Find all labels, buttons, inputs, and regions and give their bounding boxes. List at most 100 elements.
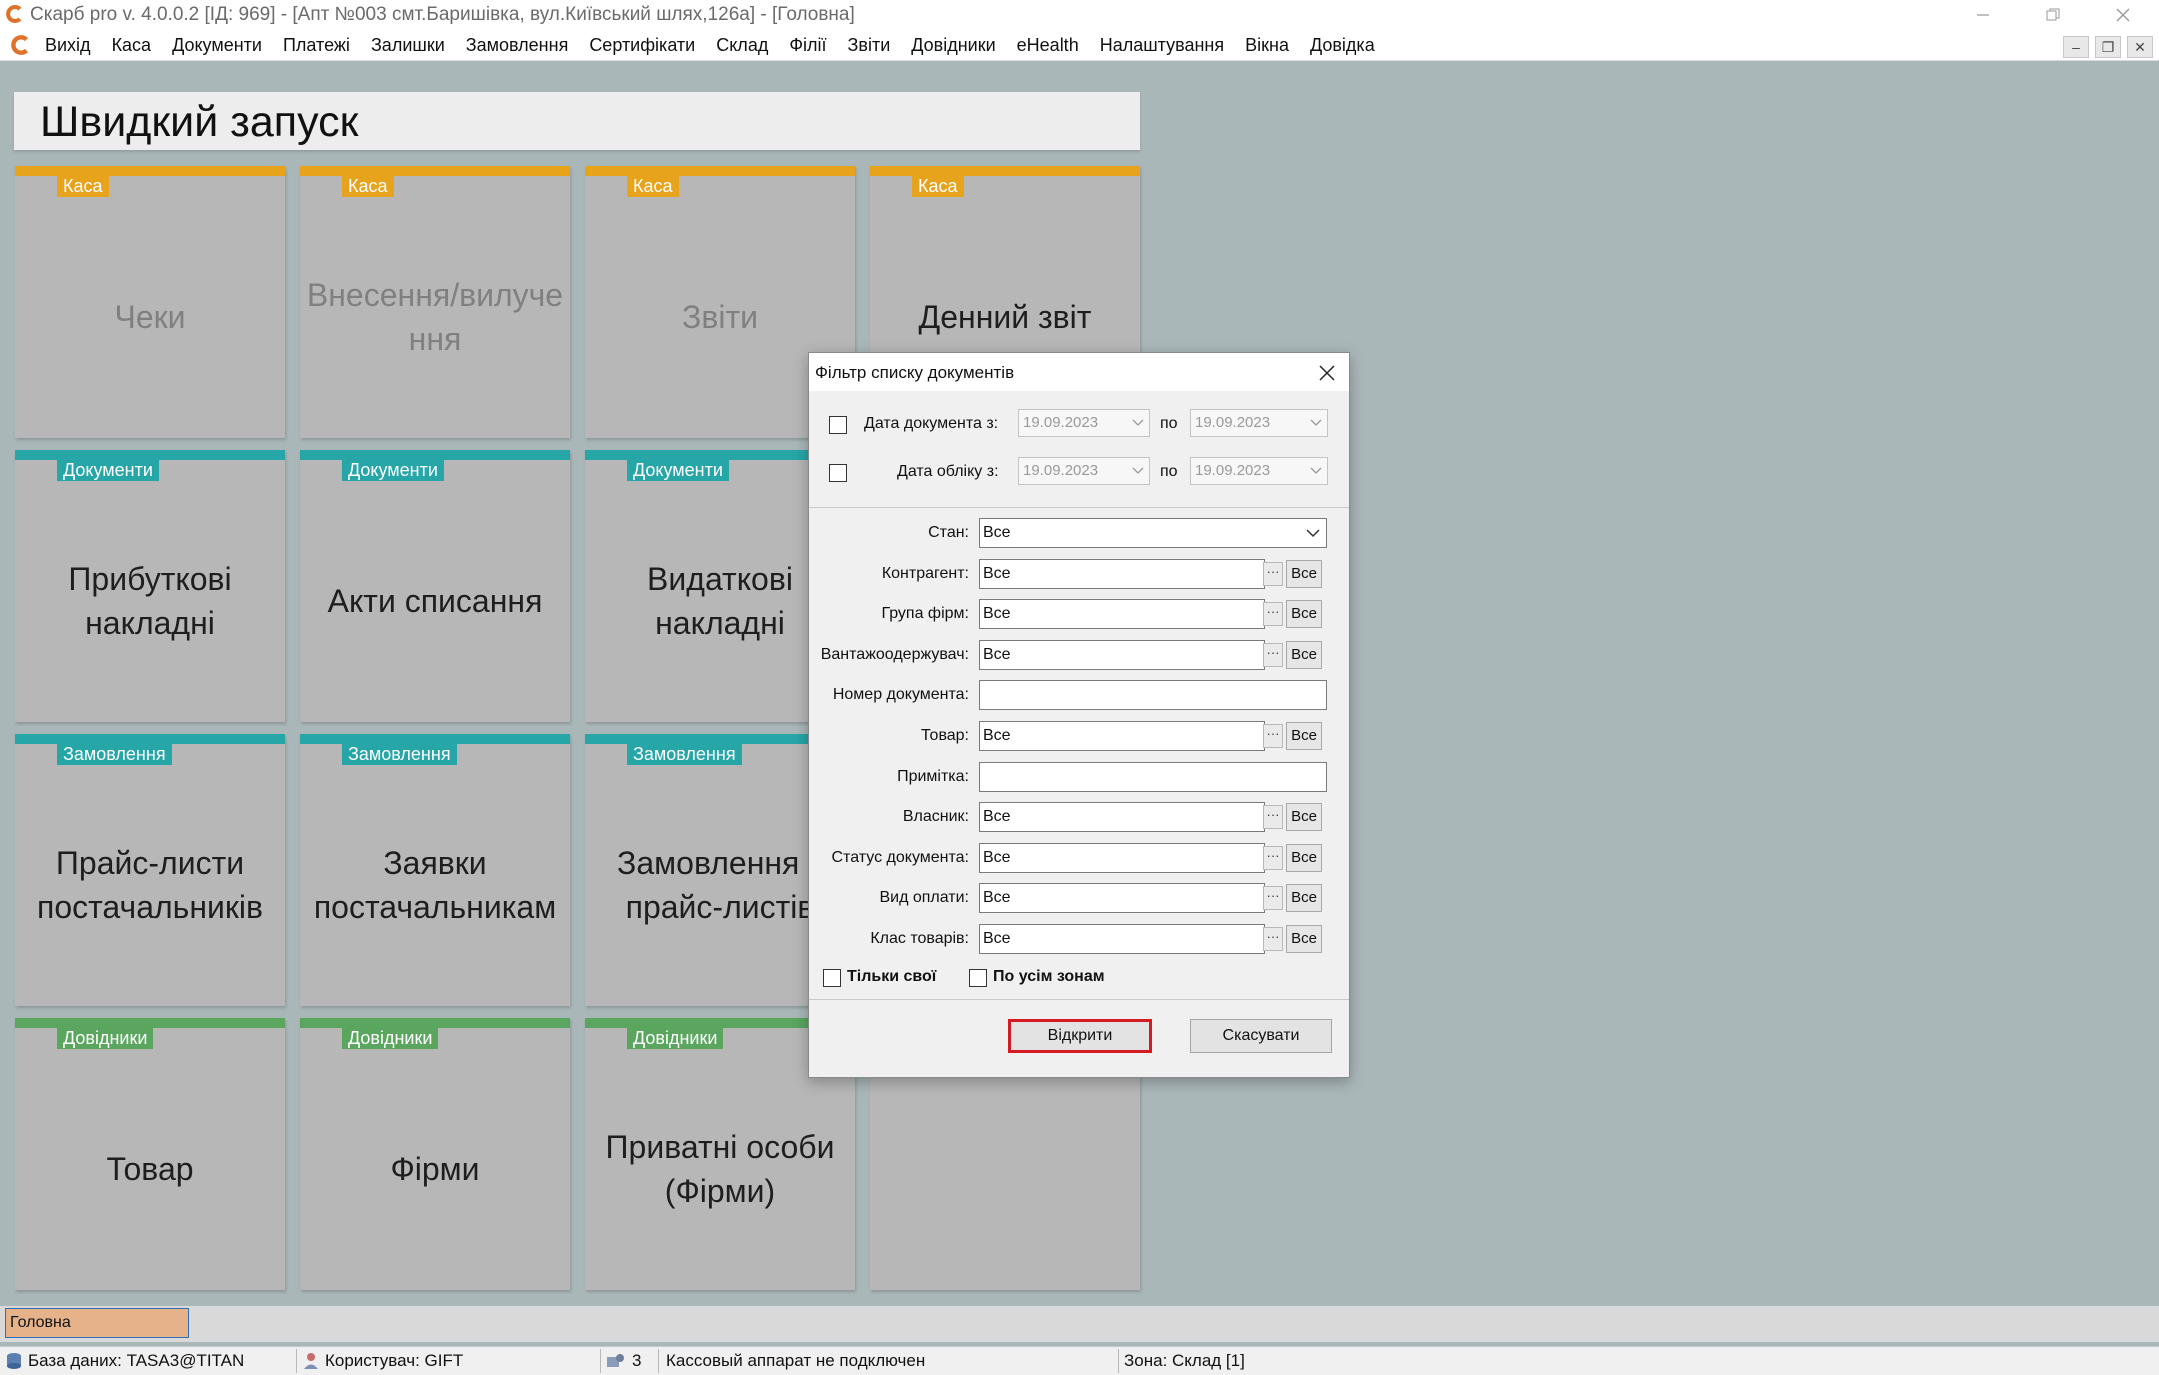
acc-date-checkbox[interactable] xyxy=(829,464,847,482)
tile-category-badge: Каса xyxy=(912,176,964,197)
menu-item[interactable]: Звіти xyxy=(848,35,891,56)
minimize-window-button[interactable] xyxy=(1948,0,2018,30)
tile-category-bar xyxy=(300,450,570,460)
quick-launch-tile[interactable]: Довідники Фірми xyxy=(300,1018,570,1290)
menu-item[interactable]: eHealth xyxy=(1017,35,1079,56)
status-divider xyxy=(658,1349,659,1373)
lookup-button[interactable]: ··· xyxy=(1263,562,1283,586)
lookup-button[interactable]: ··· xyxy=(1263,846,1283,870)
tile-category-bar xyxy=(15,734,285,744)
menu-item[interactable]: Документи xyxy=(172,35,262,56)
lookup-button[interactable]: ··· xyxy=(1263,724,1283,748)
filter-input[interactable]: Все xyxy=(979,843,1265,873)
filter-input[interactable] xyxy=(979,762,1327,792)
acc-date-to-value: 19.09.2023 xyxy=(1195,462,1271,479)
menu-item[interactable]: Налаштування xyxy=(1100,35,1224,56)
filter-value: Все xyxy=(983,565,1011,582)
tile-category-badge: Довідники xyxy=(57,1028,154,1049)
filter-input[interactable]: Все xyxy=(979,924,1265,954)
menu-item[interactable]: Платежі xyxy=(283,35,350,56)
lookup-button[interactable]: ··· xyxy=(1263,602,1283,626)
quick-launch-tile[interactable]: Замовлення Прайс-листи постачальників xyxy=(15,734,285,1006)
lookup-button[interactable]: ··· xyxy=(1263,927,1283,951)
quick-launch-title: Швидкий запуск xyxy=(40,98,359,146)
reset-all-button[interactable]: Все xyxy=(1286,560,1322,588)
reset-all-button[interactable]: Все xyxy=(1286,844,1322,872)
tile-label: Прайс-листи постачальників xyxy=(37,845,263,925)
doc-date-label: Дата документа з: xyxy=(864,415,999,432)
menu-item[interactable]: Довідка xyxy=(1310,35,1375,56)
tile-label: Прибуткові накладні xyxy=(68,561,232,641)
menu-item[interactable]: Замовлення xyxy=(466,35,569,56)
filter-input[interactable]: Все xyxy=(979,802,1265,832)
quick-launch-tile[interactable]: Замовлення Заявки постачальникам xyxy=(300,734,570,1006)
tile-category-bar xyxy=(15,450,285,460)
lookup-button[interactable]: ··· xyxy=(1263,886,1283,910)
restore-icon xyxy=(2046,8,2060,21)
filter-select[interactable]: Все xyxy=(979,518,1327,548)
menu-app-icon[interactable] xyxy=(10,34,32,56)
filter-input[interactable]: Все xyxy=(979,599,1265,629)
filter-input[interactable]: Все xyxy=(979,883,1265,913)
reset-all-button[interactable]: Все xyxy=(1286,803,1322,831)
menu-item[interactable]: Вікна xyxy=(1245,35,1289,56)
filter-label: Стан: xyxy=(928,524,969,541)
restore-window-button[interactable] xyxy=(2018,0,2088,30)
filter-value: Все xyxy=(983,889,1011,906)
tile-category-bar xyxy=(300,166,570,176)
filter-input[interactable]: Все xyxy=(979,640,1265,670)
mdi-minimize-button[interactable]: – xyxy=(2063,36,2089,58)
doc-date-from-value: 19.09.2023 xyxy=(1023,414,1099,431)
reset-all-button[interactable]: Все xyxy=(1286,600,1322,628)
quick-launch-tile[interactable]: Документи Прибуткові накладні xyxy=(15,450,285,722)
quick-launch-tile[interactable]: Каса Внесення/вилучення xyxy=(300,166,570,438)
quick-launch-tile[interactable]: Документи Акти списання xyxy=(300,450,570,722)
all-zones-checkbox[interactable] xyxy=(969,969,987,987)
reset-all-button[interactable]: Все xyxy=(1286,722,1322,750)
quick-launch-tile[interactable]: Довідники Товар xyxy=(15,1018,285,1290)
lookup-button[interactable]: ··· xyxy=(1263,805,1283,829)
filter-input[interactable]: Все xyxy=(979,721,1265,751)
tile-label: Фірми xyxy=(390,1151,480,1187)
filter-value: Все xyxy=(983,930,1011,947)
close-icon xyxy=(1319,365,1335,381)
filter-input[interactable]: Все xyxy=(979,559,1265,589)
menu-item[interactable]: Залишки xyxy=(371,35,445,56)
dialog-title-bar: Фільтр списку документів xyxy=(809,353,1349,391)
tile-category-bar xyxy=(15,166,285,176)
reset-all-button[interactable]: Все xyxy=(1286,641,1322,669)
menu-item[interactable]: Філії xyxy=(789,35,826,56)
close-window-button[interactable] xyxy=(2088,0,2158,30)
filter-dialog: Фільтр списку документів Дата документа … xyxy=(808,352,1350,1078)
tile-label: Внесення/вилучення xyxy=(306,277,564,357)
doc-date-checkbox[interactable] xyxy=(829,416,847,434)
status-cash-register-text: Кассовый аппарат не подключен xyxy=(666,1351,926,1370)
dialog-close-button[interactable] xyxy=(1313,359,1341,387)
filter-value: Все xyxy=(983,849,1011,866)
status-divider xyxy=(1118,1349,1119,1373)
reset-all-button[interactable]: Все xyxy=(1286,925,1322,953)
only-mine-checkbox[interactable] xyxy=(823,969,841,987)
acc-date-to[interactable]: 19.09.2023 xyxy=(1190,457,1328,485)
doc-date-to[interactable]: 19.09.2023 xyxy=(1190,409,1328,437)
only-mine-label: Тільки свої xyxy=(847,968,937,985)
menu-item[interactable]: Склад xyxy=(716,35,768,56)
tile-category-bar xyxy=(300,734,570,744)
doc-date-from[interactable]: 19.09.2023 xyxy=(1018,409,1150,437)
mdi-restore-button[interactable]: ❐ xyxy=(2095,36,2121,58)
filter-input[interactable] xyxy=(979,680,1327,710)
window-tab-home[interactable]: Головна xyxy=(5,1308,189,1338)
mdi-close-button[interactable]: ✕ xyxy=(2127,36,2153,58)
menu-item[interactable]: Каса xyxy=(112,35,152,56)
window-tabs-strip: Головна xyxy=(0,1306,2159,1342)
reset-all-button[interactable]: Все xyxy=(1286,884,1322,912)
menu-item[interactable]: Довідники xyxy=(911,35,995,56)
open-button[interactable]: Відкрити xyxy=(1008,1019,1152,1053)
acc-date-from[interactable]: 19.09.2023 xyxy=(1018,457,1150,485)
quick-launch-tile[interactable]: Каса Чеки xyxy=(15,166,285,438)
menu-item[interactable]: Сертифікати xyxy=(589,35,695,56)
lookup-button[interactable]: ··· xyxy=(1263,643,1283,667)
status-cash-register: Кассовый аппарат не подключен xyxy=(666,1351,925,1371)
menu-item[interactable]: Вихід xyxy=(45,35,91,56)
cancel-button[interactable]: Скасувати xyxy=(1190,1019,1332,1053)
